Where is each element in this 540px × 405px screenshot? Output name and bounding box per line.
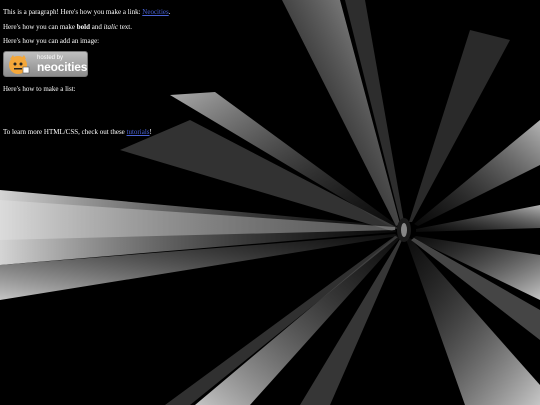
formatting-and: and — [90, 23, 104, 31]
neocities-link[interactable]: Neocities — [142, 8, 168, 16]
paragraph-text: This is a paragraph! Here's how you make… — [3, 8, 143, 16]
list-intro: Here's how to make a list: — [3, 85, 76, 93]
badge-name: neocities — [37, 60, 88, 74]
tutorials-link[interactable]: tutorials — [127, 128, 150, 136]
bold-text: bold — [76, 23, 90, 31]
neocities-badge[interactable]: hosted by neocities — [3, 51, 88, 77]
formatting-text: Here's how you can make — [3, 23, 77, 31]
learn-more-text: To learn more HTML/CSS, check out these — [3, 128, 127, 136]
paragraph-end: . — [168, 8, 171, 16]
formatting-paragraph: Here's how you can make bold and italic … — [3, 23, 132, 31]
formatting-end: text. — [118, 23, 132, 31]
learn-more-end: ! — [149, 128, 152, 136]
image-intro: Here's how you can add an image: — [3, 37, 100, 45]
intro-paragraph: This is a paragraph! Here's how you make… — [3, 8, 170, 16]
italic-text: italic — [103, 23, 118, 31]
neocities-cat-icon — [9, 55, 30, 74]
learn-more-paragraph: To learn more HTML/CSS, check out these … — [3, 128, 152, 136]
